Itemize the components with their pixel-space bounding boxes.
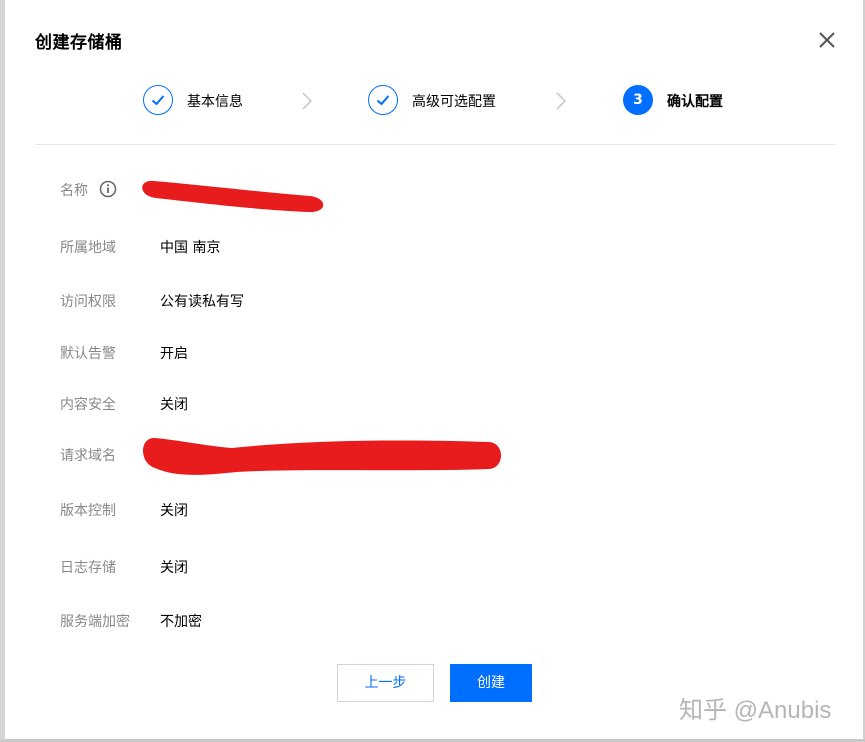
step-3-label: 确认配置 (667, 94, 723, 110)
encryption-label: 服务端加密 (60, 614, 130, 630)
create-button[interactable]: 创建 (450, 664, 532, 702)
watermark: 知乎 @Anubis (679, 697, 832, 724)
step-2-label: 高级可选配置 (412, 94, 496, 110)
checkmark-icon (151, 95, 165, 106)
region-value: 中国 南京 (160, 240, 221, 256)
name-label: 名称 (60, 183, 88, 199)
access-label: 访问权限 (60, 294, 116, 310)
redacted-domain-value (143, 437, 501, 475)
domain-label: 请求域名 (60, 448, 116, 464)
close-icon (819, 32, 835, 48)
step-1-status (143, 85, 173, 115)
logging-value: 关闭 (160, 560, 188, 576)
versioning-value: 关闭 (160, 503, 188, 519)
alarm-value: 开启 (160, 346, 188, 362)
dialog-title: 创建存储桶 (35, 33, 123, 53)
content-security-label: 内容安全 (60, 397, 116, 413)
close-button[interactable] (815, 28, 839, 52)
redacted-name-value (142, 180, 324, 213)
versioning-label: 版本控制 (60, 503, 116, 519)
info-icon[interactable] (99, 180, 117, 198)
region-label: 所属地域 (60, 240, 116, 256)
step-3-number: 3 (623, 85, 653, 115)
create-bucket-dialog: 创建存储桶 基本信息 高级可选配置 3 确认配置 名称 所属地域 中国 南京 访… (5, 0, 863, 739)
header-divider (35, 144, 835, 145)
chevron-right-icon (556, 92, 567, 110)
alarm-label: 默认告警 (60, 346, 116, 362)
step-indicator: 基本信息 高级可选配置 3 确认配置 (5, 84, 863, 118)
step-1-label: 基本信息 (187, 94, 243, 110)
access-value: 公有读私有写 (160, 294, 244, 310)
content-security-value: 关闭 (160, 397, 188, 413)
checkmark-icon (376, 95, 390, 106)
chevron-right-icon (302, 92, 313, 110)
step-2-status (368, 85, 398, 115)
previous-step-button[interactable]: 上一步 (337, 664, 434, 702)
logging-label: 日志存储 (60, 560, 116, 576)
encryption-value: 不加密 (160, 614, 202, 630)
